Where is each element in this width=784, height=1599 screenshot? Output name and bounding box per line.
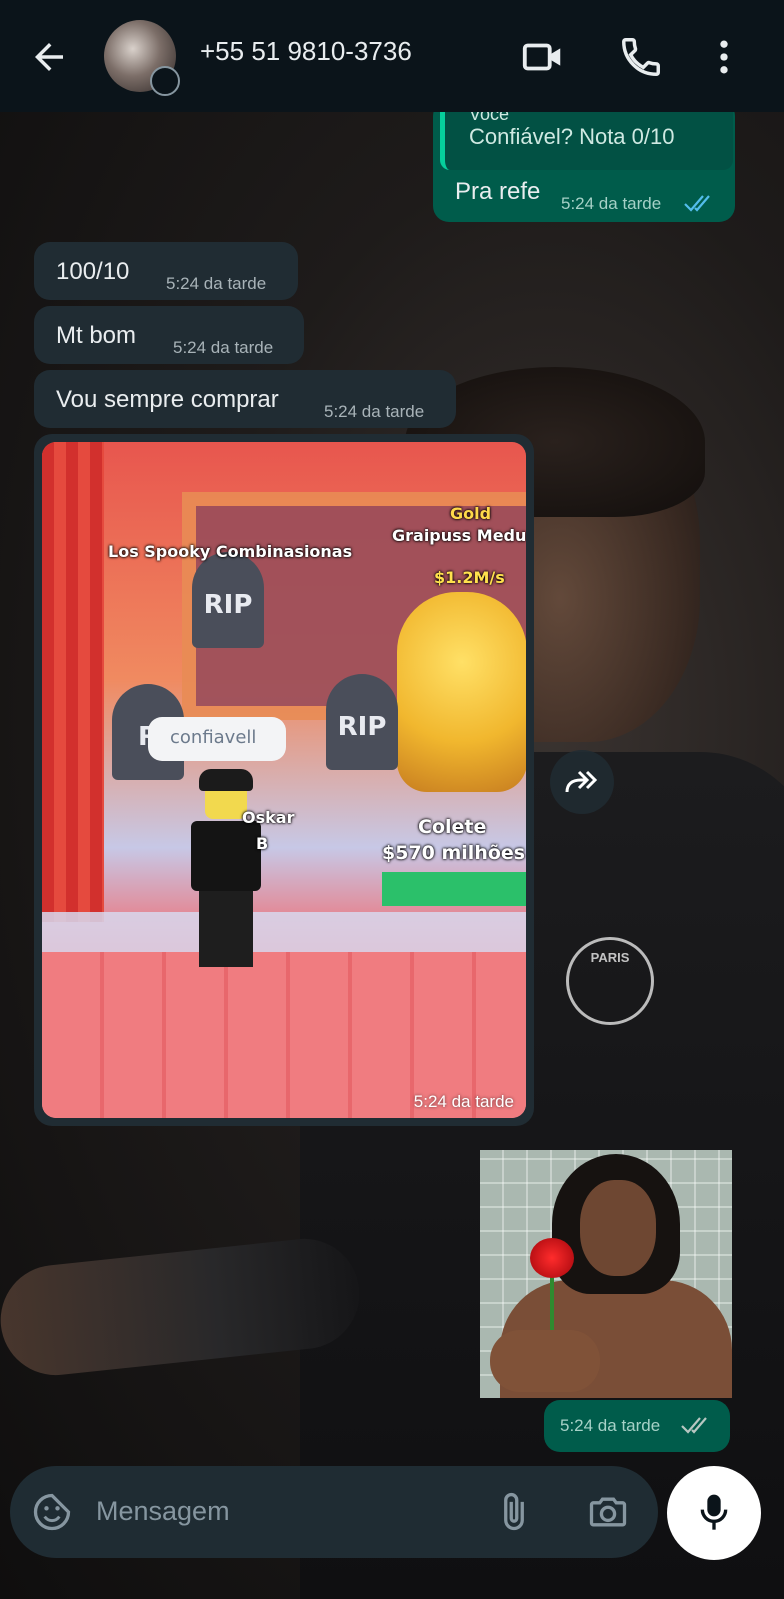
video-call-icon[interactable] bbox=[520, 34, 566, 80]
incoming-media-message[interactable]: RIP RIP R confiavell Los Spooky Combinas… bbox=[34, 434, 534, 1126]
message-time: 5:24 da tarde bbox=[561, 194, 662, 213]
status-ring-icon bbox=[150, 66, 180, 96]
back-arrow-icon[interactable] bbox=[28, 36, 70, 78]
sticker-emoji-icon[interactable] bbox=[30, 1490, 74, 1534]
outgoing-photo-meta: 5:24 da tarde bbox=[544, 1400, 730, 1452]
forward-button[interactable] bbox=[550, 750, 614, 814]
more-options-icon[interactable] bbox=[702, 34, 746, 80]
photo-hand bbox=[490, 1330, 600, 1392]
message-time: 5:24 da tarde bbox=[413, 1092, 514, 1111]
message-composer: Mensagem bbox=[10, 1466, 658, 1558]
tombstone: RIP bbox=[192, 552, 264, 648]
forward-icon bbox=[565, 770, 598, 793]
incoming-message[interactable]: 100/10 5:24 da tarde bbox=[34, 242, 298, 300]
attach-icon[interactable] bbox=[492, 1490, 536, 1534]
game-sign-title: Los Spooky Combinasionas bbox=[108, 542, 353, 561]
voice-message-button[interactable] bbox=[667, 1466, 761, 1560]
message-text: Mt bom bbox=[56, 322, 137, 349]
game-rate: $1.2M/s bbox=[434, 568, 505, 587]
game-rarity: Gold bbox=[450, 504, 492, 523]
game-floor bbox=[42, 912, 526, 952]
quoted-text: Confiável? Nota 0/10 bbox=[469, 124, 675, 149]
wallpaper-crest-logo: PARIS bbox=[566, 937, 654, 1025]
game-pet-name: Graipuss Medu bbox=[392, 526, 526, 545]
message-text: Vou sempre comprar bbox=[56, 386, 279, 413]
message-text: 100/10 bbox=[56, 258, 130, 285]
incoming-message[interactable]: Vou sempre comprar 5:24 da tarde bbox=[34, 370, 456, 428]
chat-header: +55 51 9810-3736 bbox=[0, 0, 784, 112]
game-collect-amount: $570 milhões bbox=[382, 842, 526, 864]
game-collect-label: Colete bbox=[418, 816, 487, 838]
game-wall bbox=[42, 442, 104, 922]
message-text: Pra refe bbox=[455, 178, 541, 205]
game-name-tag: Oskar bbox=[242, 808, 295, 827]
outgoing-photo-image[interactable] bbox=[480, 1150, 732, 1398]
microphone-icon bbox=[700, 1494, 728, 1530]
game-name-tag-2: B bbox=[256, 834, 269, 853]
rose-icon bbox=[530, 1238, 574, 1278]
game-screenshot-image[interactable]: RIP RIP R confiavell Los Spooky Combinas… bbox=[42, 442, 526, 1118]
chat-bubble-in-game: confiavell bbox=[148, 717, 286, 761]
contact-name[interactable]: +55 51 9810-3736 bbox=[200, 36, 412, 67]
photo-face bbox=[580, 1180, 656, 1276]
read-ticks-icon bbox=[684, 195, 710, 212]
message-input[interactable]: Mensagem bbox=[96, 1496, 230, 1527]
phone-call-icon[interactable] bbox=[618, 34, 664, 80]
tombstone: RIP bbox=[326, 674, 398, 770]
camera-icon[interactable] bbox=[586, 1490, 630, 1534]
message-time: 5:24 da tarde bbox=[324, 402, 425, 421]
message-time: 5:24 da tarde bbox=[560, 1416, 661, 1435]
player-character bbox=[177, 769, 267, 967]
collect-pad bbox=[382, 872, 526, 906]
golden-pet-figure bbox=[397, 592, 526, 792]
incoming-message[interactable]: Mt bom 5:24 da tarde bbox=[34, 306, 304, 364]
delivered-ticks-icon bbox=[681, 1417, 707, 1434]
quoted-message[interactable]: Você Confiável? Nota 0/10 bbox=[440, 112, 733, 170]
message-time: 5:24 da tarde bbox=[173, 338, 274, 357]
message-time: 5:24 da tarde bbox=[166, 274, 267, 293]
